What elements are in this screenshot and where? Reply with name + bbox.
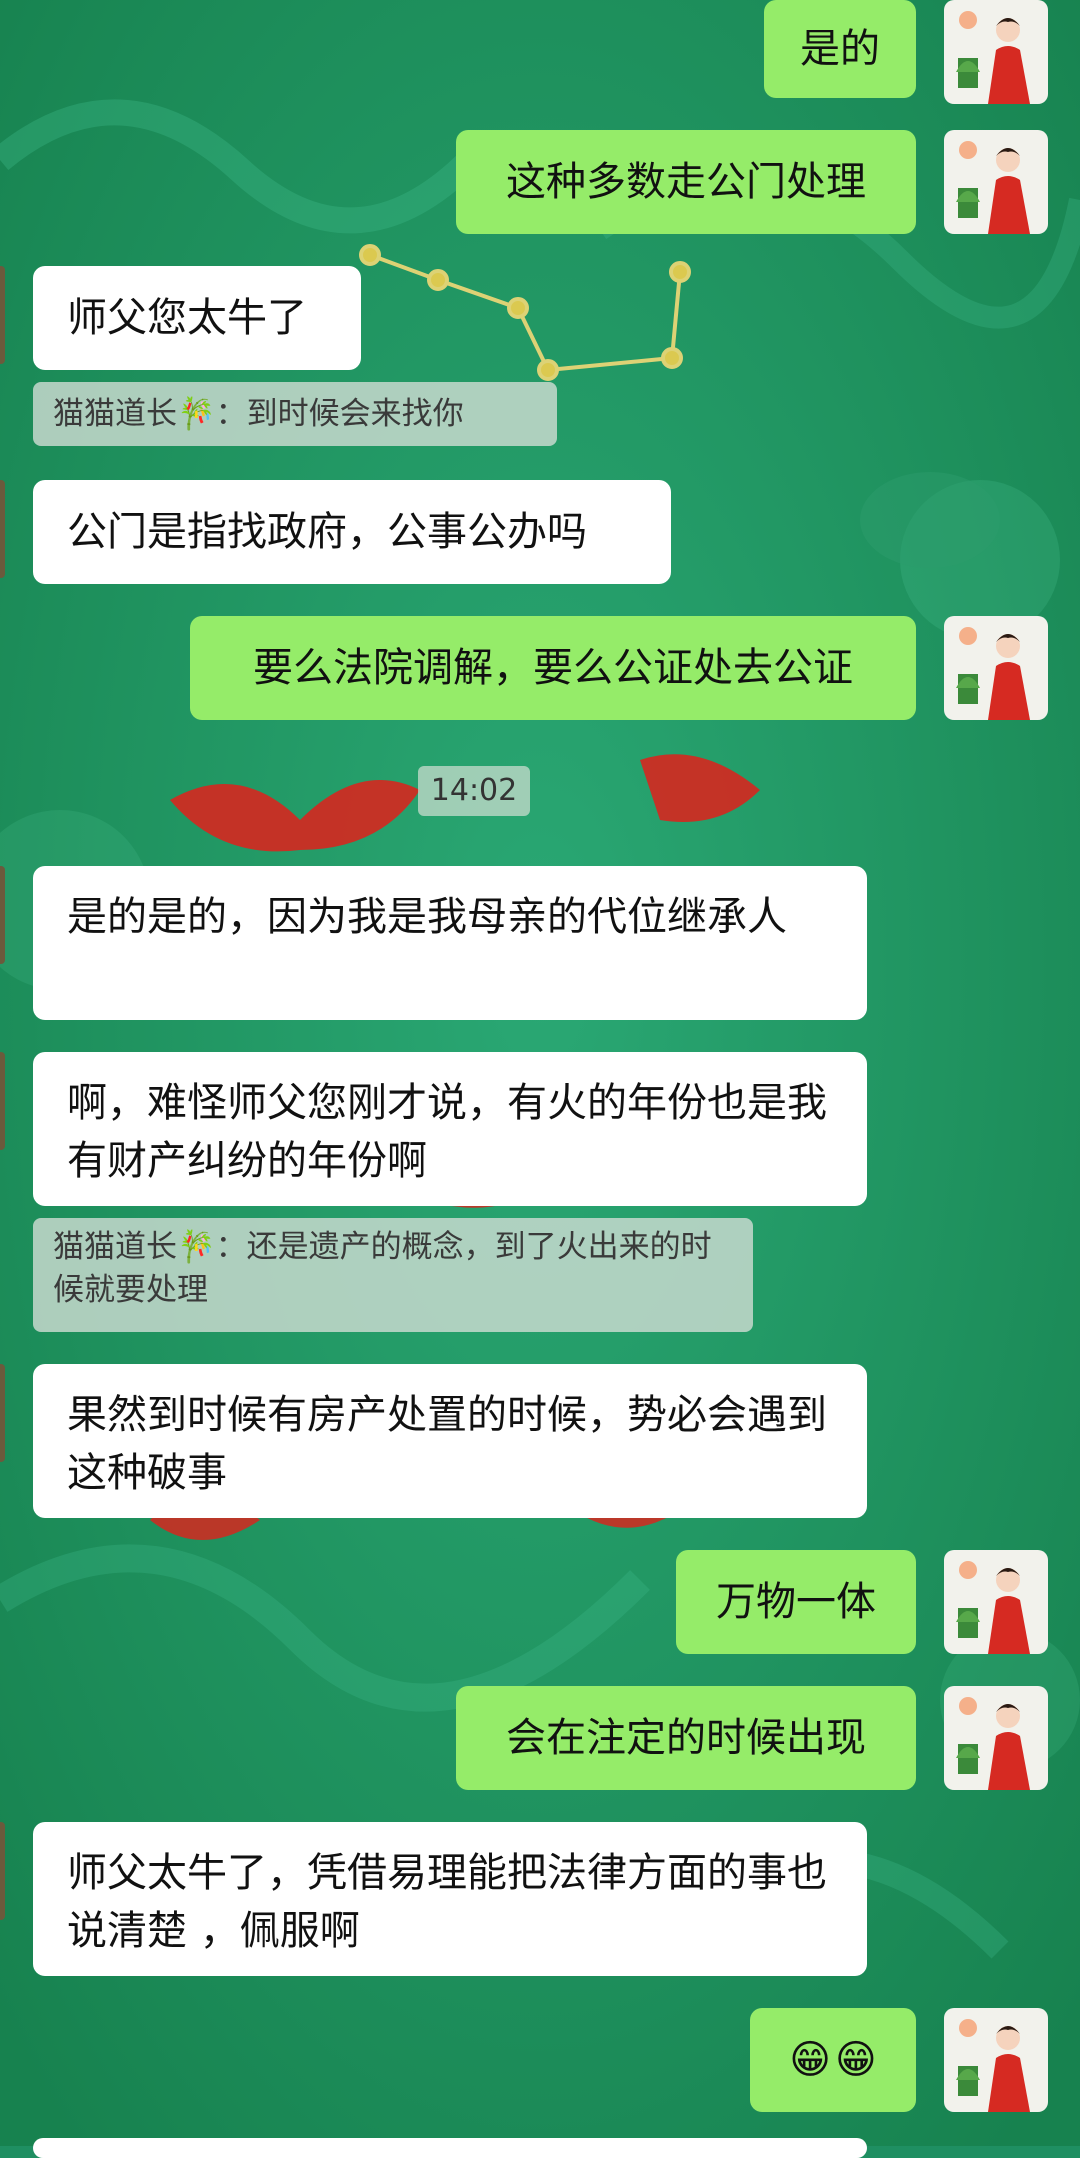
message-bubble[interactable]: 万物一体	[676, 1550, 916, 1654]
timestamp: 14:02	[418, 766, 530, 816]
message-bubble[interactable]: 要么法院调解，要么公证处去公证	[190, 616, 916, 720]
message-text: 会在注定的时候出现	[506, 1715, 866, 1761]
message-text: 师父太牛了，凭借易理能把法律方面的事也说清楚 ，佩服啊	[67, 1850, 827, 1954]
avatar-woman-icon	[956, 627, 1030, 720]
message-text: 是的是的，因为我是我母亲的代位继承人	[67, 894, 787, 940]
message-text: 师父您太牛了	[67, 295, 307, 341]
user-avatar[interactable]	[944, 1550, 1048, 1654]
quote-text: 猫猫道长🎋：还是遗产的概念，到了火出来的时候就要处理	[53, 1229, 712, 1308]
quote-text: 猫猫道长🎋：到时候会来找你	[53, 396, 464, 432]
user-avatar[interactable]	[944, 130, 1048, 234]
user-avatar[interactable]	[944, 1686, 1048, 1790]
message-text: 要么法院调解，要么公证处去公证	[253, 645, 853, 691]
message-text: 是的	[800, 26, 880, 72]
message-bubble[interactable]: 这种多数走公门处理	[456, 130, 916, 234]
message-text: 万物一体	[716, 1579, 876, 1625]
message-text: 这种多数走公门处理	[506, 159, 866, 205]
message-bubble[interactable]: 公门是指找政府，公事公办吗	[33, 480, 671, 584]
peer-avatar-edge[interactable]	[0, 266, 5, 364]
message-bubble[interactable]: 😁 😁	[750, 2008, 916, 2112]
message-bubble-partial[interactable]	[33, 2138, 867, 2158]
peer-avatar-edge[interactable]	[0, 1364, 5, 1462]
message-bubble[interactable]: 会在注定的时候出现	[456, 1686, 916, 1790]
grinning-face-icon: 😁	[835, 2037, 877, 2083]
message-bubble[interactable]: 啊，难怪师父您刚才说，有火的年份也是我有财产纠纷的年份啊	[33, 1052, 867, 1206]
quoted-reply[interactable]: 猫猫道长🎋：到时候会来找你	[33, 382, 557, 446]
message-bubble[interactable]: 果然到时候有房产处置的时候，势必会遇到这种破事	[33, 1364, 867, 1518]
grinning-face-icon: 😁	[789, 2037, 831, 2083]
message-bubble[interactable]: 师父太牛了，凭借易理能把法律方面的事也说清楚 ，佩服啊	[33, 1822, 867, 1976]
user-avatar[interactable]	[944, 2008, 1048, 2112]
message-text: 啊，难怪师父您刚才说，有火的年份也是我有财产纠纷的年份啊	[67, 1080, 827, 1184]
message-bubble[interactable]: 是的	[764, 0, 916, 98]
avatar-woman-icon	[956, 11, 1030, 104]
user-avatar[interactable]	[944, 0, 1048, 104]
message-bubble[interactable]: 师父您太牛了	[33, 266, 361, 370]
avatar-woman-icon	[956, 1561, 1030, 1654]
peer-avatar-edge[interactable]	[0, 1822, 5, 1920]
peer-avatar-edge[interactable]	[0, 866, 5, 964]
user-avatar[interactable]	[944, 616, 1048, 720]
avatar-woman-icon	[956, 141, 1030, 234]
avatar-woman-icon	[956, 1697, 1030, 1790]
quoted-reply[interactable]: 猫猫道长🎋：还是遗产的概念，到了火出来的时候就要处理	[33, 1218, 753, 1332]
message-bubble[interactable]: 是的是的，因为我是我母亲的代位继承人	[33, 866, 867, 1020]
avatar-woman-icon	[956, 2019, 1030, 2112]
message-text: 果然到时候有房产处置的时候，势必会遇到这种破事	[67, 1392, 827, 1496]
message-text: 公门是指找政府，公事公办吗	[67, 509, 587, 555]
chat-message-list[interactable]: 是的 这种多数走公门处理 师父您太牛了 猫猫道长🎋：到时候会来找你 公门是指找政…	[0, 0, 1080, 2158]
peer-avatar-edge[interactable]	[0, 1052, 5, 1150]
peer-avatar-edge[interactable]	[0, 480, 5, 578]
